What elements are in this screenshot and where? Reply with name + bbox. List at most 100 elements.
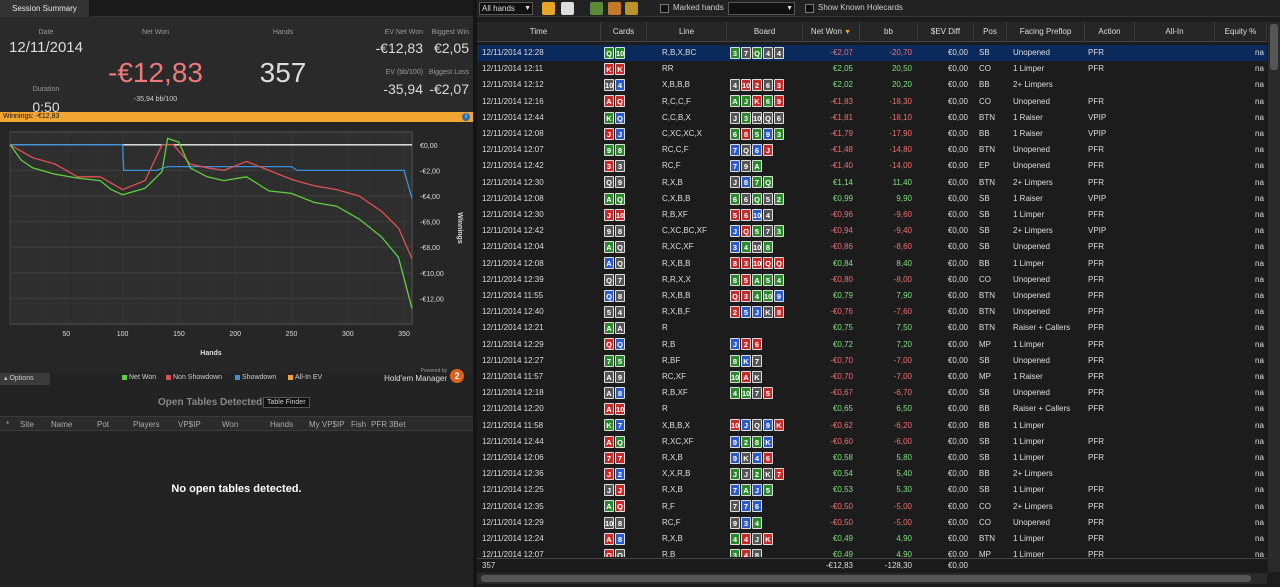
col-equity[interactable]: Equity % <box>1215 22 1267 42</box>
table-row[interactable]: 12/11/2014 12:08 A Q R,X,B,B 8 3 10 Q Q €0,84 8,40… <box>477 256 1267 272</box>
ot-col-site[interactable]: Site <box>20 420 34 429</box>
playing-card: A <box>615 322 625 335</box>
playing-card: 4 <box>774 273 784 286</box>
cell-pos: BTN <box>979 307 995 317</box>
table-row[interactable]: 12/11/2014 12:07 Q Q R,B 3 4 8 €0,49 4,90 €0,00 MP… <box>477 547 1267 557</box>
hands-toolbar: All hands ▼ Marked hands ▼ Show Known Hol… <box>477 0 1280 17</box>
table-row[interactable]: 12/11/2014 12:04 A Q R,XC,XF 3 4 10 8 -€0,86 -8,6… <box>477 239 1267 255</box>
playing-card: A <box>604 370 614 383</box>
table-row[interactable]: 12/11/2014 12:20 A 10 R €0,65 6,50 €0,00 BB Rais… <box>477 401 1267 417</box>
y-axis-label: Winnings <box>456 212 463 244</box>
table-row[interactable]: 12/11/2014 12:25 J J R,X,B 7 A J 5 €0,53 5,30 €0,0… <box>477 482 1267 498</box>
hand-filter-select[interactable]: All hands ▼ <box>479 2 533 15</box>
table-row[interactable]: 12/11/2014 12:21 A A R €0,75 7,50 €0,00 BTN Rais… <box>477 320 1267 336</box>
legend-swatch-showdown <box>235 374 240 380</box>
ot-col-name[interactable]: Name <box>51 420 72 429</box>
trophy-icon[interactable] <box>625 2 638 15</box>
col-net-won[interactable]: Net Won ▼ <box>803 22 860 42</box>
col-time[interactable]: Time <box>477 22 601 42</box>
cell-time: 12/11/2014 12:30 <box>482 210 544 219</box>
table-finder-button[interactable]: Table Finder <box>263 397 310 408</box>
table-row[interactable]: 12/11/2014 12:30 Q 9 R,X,B J 8 7 Q €1,14 11,40 €0,… <box>477 175 1267 191</box>
table-row[interactable]: 12/11/2014 12:16 A Q R,C,C,F A J K 6 9 -€1,83 -18,… <box>477 94 1267 110</box>
ot-col-3bet[interactable]: 3Bet <box>389 420 405 429</box>
playing-card: J <box>763 144 773 157</box>
ot-col-vpip[interactable]: VP$IP <box>178 420 201 429</box>
col-line[interactable]: Line <box>647 22 727 42</box>
ot-col-hands[interactable]: Hands <box>270 420 293 429</box>
col-board[interactable]: Board <box>727 22 803 42</box>
col-cards[interactable]: Cards <box>601 22 647 42</box>
table-row[interactable]: 12/11/2014 12:42 3 3 RC,F 7 9 A -€1,40 -14,00 €0,… <box>477 158 1267 174</box>
table-row[interactable]: 12/11/2014 12:28 Q 10 R,B,X,BC 3 7 Q 4 4 -€2,07 -2… <box>477 45 1267 62</box>
marked-hands-checkbox[interactable] <box>660 4 669 13</box>
ot-col-pot[interactable]: Pot <box>97 420 109 429</box>
table-row[interactable]: 12/11/2014 12:42 9 8 C,XC,BC,XF J Q 5 7 3 -€0,94 -… <box>477 223 1267 239</box>
table-row[interactable]: 12/11/2014 12:24 A 8 R,X,B 4 4 J K €0,49 4,90 €0,0… <box>477 531 1267 547</box>
cell-bb: -17,90 <box>889 129 912 138</box>
table-row[interactable]: 12/11/2014 12:12 10 4 X,B,B,B 4 10 2 6 3 €2,02 20,… <box>477 77 1267 93</box>
playing-card: 2 <box>752 468 762 481</box>
col-allin[interactable]: All-In <box>1135 22 1215 42</box>
playing-card: 7 <box>763 225 773 238</box>
summary-stats: Date 12/11/2014 Duration 0:50 Net Won -€… <box>0 17 473 115</box>
ot-col-pfr[interactable]: PFR <box>371 420 387 429</box>
ot-col-players[interactable]: Players <box>133 420 160 429</box>
table-row[interactable]: 12/11/2014 12:07 9 8 RC,C,F 7 Q 6 J -€1,48 -14,80… <box>477 142 1267 158</box>
marked-hands-select[interactable]: ▼ <box>728 2 795 15</box>
table-row[interactable]: 12/11/2014 12:11 K K RR €2,05 20,50 €0,00 CO 1 L… <box>477 61 1267 77</box>
options-button[interactable]: ▴ Options <box>0 373 50 385</box>
vertical-scrollbar-thumb[interactable] <box>1270 24 1278 70</box>
table-row[interactable]: 12/11/2014 11:55 Q 8 R,X,B,B Q 3 4 10 9 €0,79 7,90… <box>477 288 1267 304</box>
show-known-holecards-checkbox[interactable] <box>805 4 814 13</box>
table-row[interactable]: 12/11/2014 12:29 Q Q R,B J 2 6 €0,72 7,20 €0,00 MP… <box>477 337 1267 353</box>
ot-col-won[interactable]: Won <box>222 420 238 429</box>
col-action[interactable]: Action <box>1085 22 1135 42</box>
ot-col-my-vpip[interactable]: My VP$IP <box>309 420 345 429</box>
col-pos[interactable]: Pos <box>974 22 1007 42</box>
table-row[interactable]: 12/11/2014 12:18 A 8 R,B,XF 4 10 7 5 -€0,67 -6,70… <box>477 385 1267 401</box>
back-icon[interactable] <box>542 2 555 15</box>
cell-line: R,XC,XF <box>662 242 694 252</box>
chart-icon[interactable] <box>608 2 621 15</box>
playing-card: 8 <box>615 516 625 529</box>
table-row[interactable]: 12/11/2014 12:40 5 4 R,X,B,F 2 5 J K 8 -€0,76 -7,6… <box>477 304 1267 320</box>
table-row[interactable]: 12/11/2014 12:27 7 5 R,BF 8 K 7 -€0,70 -7,00 €0,0… <box>477 353 1267 369</box>
playing-card: 2 <box>752 79 762 92</box>
col-facing-preflop[interactable]: Facing Preflop <box>1007 22 1085 42</box>
dice-icon[interactable] <box>561 2 574 15</box>
horizontal-scrollbar-thumb[interactable] <box>481 575 1251 582</box>
cell-facing: Unopened <box>1013 307 1050 317</box>
cell-pos: BTN <box>979 291 995 300</box>
col-bb[interactable]: bb <box>860 22 918 42</box>
cell-ev-diff: €0,00 <box>947 420 968 430</box>
table-row[interactable]: 12/11/2014 12:44 K Q C,C,B,X J 3 10 Q 6 -€1,81 -18… <box>477 110 1267 126</box>
cell-net-won: -€1,48 <box>830 145 853 155</box>
table-row[interactable]: 12/11/2014 12:06 7 7 R,X,B 9 K 4 6 €0,58 5,80 €0,0… <box>477 450 1267 466</box>
col-ev-diff[interactable]: $EV Diff <box>918 22 974 42</box>
tab-session-summary[interactable]: Session Summary <box>0 0 90 17</box>
table-row[interactable]: 12/11/2014 11:58 K 7 X,B,B,X 10 J Q 9 K -€0,62 -6,… <box>477 418 1267 434</box>
x-tick-label: 250 <box>286 331 298 338</box>
table-row[interactable]: 12/11/2014 12:30 J 10 R,B,XF 5 6 10 4 -€0,96 -9,6… <box>477 207 1267 223</box>
vertical-scrollbar[interactable] <box>1268 22 1280 572</box>
ot-col-star[interactable]: * <box>6 420 9 429</box>
info-icon[interactable]: i <box>462 113 470 121</box>
playing-card: 9 <box>730 451 740 464</box>
table-row[interactable]: 12/11/2014 12:08 A Q C,X,B,B 6 6 Q 5 2 €0,99 9,90 €… <box>477 191 1267 207</box>
table-row[interactable]: 12/11/2014 11:57 A 9 RC,XF 10 A K -€0,70 -7,00 €0… <box>477 369 1267 385</box>
grid-icon[interactable] <box>590 2 603 15</box>
table-row[interactable]: 12/11/2014 12:08 J J C,XC,XC,X 6 8 5 9 3 -€1,79 -1… <box>477 126 1267 142</box>
cell-ev-diff: €0,00 <box>947 193 968 203</box>
playing-card: 4 <box>752 451 762 464</box>
table-row[interactable]: 12/11/2014 12:35 A Q R,F 7 7 6 -€0,50 -5,00 €0,00… <box>477 499 1267 515</box>
chevron-down-icon: ▼ <box>786 5 793 12</box>
table-row[interactable]: 12/11/2014 12:44 A Q R,XC,XF 9 2 8 K -€0,60 -6,00… <box>477 434 1267 450</box>
ot-col-fish[interactable]: Fish <box>351 420 366 429</box>
cell-facing: Unopened <box>1013 145 1050 155</box>
cell-ev-diff: €0,00 <box>947 258 968 268</box>
table-row[interactable]: 12/11/2014 12:36 J 2 X,X,R,B J J 2 K 7 €0,54 5,40 €… <box>477 466 1267 482</box>
table-row[interactable]: 12/11/2014 12:39 Q 7 R,R,X,X 8 5 A 5 4 -€0,80 -8,0… <box>477 272 1267 288</box>
table-row[interactable]: 12/11/2014 12:29 10 8 RC,F 9 3 4 -€0,50 -5,00 €0,… <box>477 515 1267 531</box>
playing-card: K <box>741 451 751 464</box>
